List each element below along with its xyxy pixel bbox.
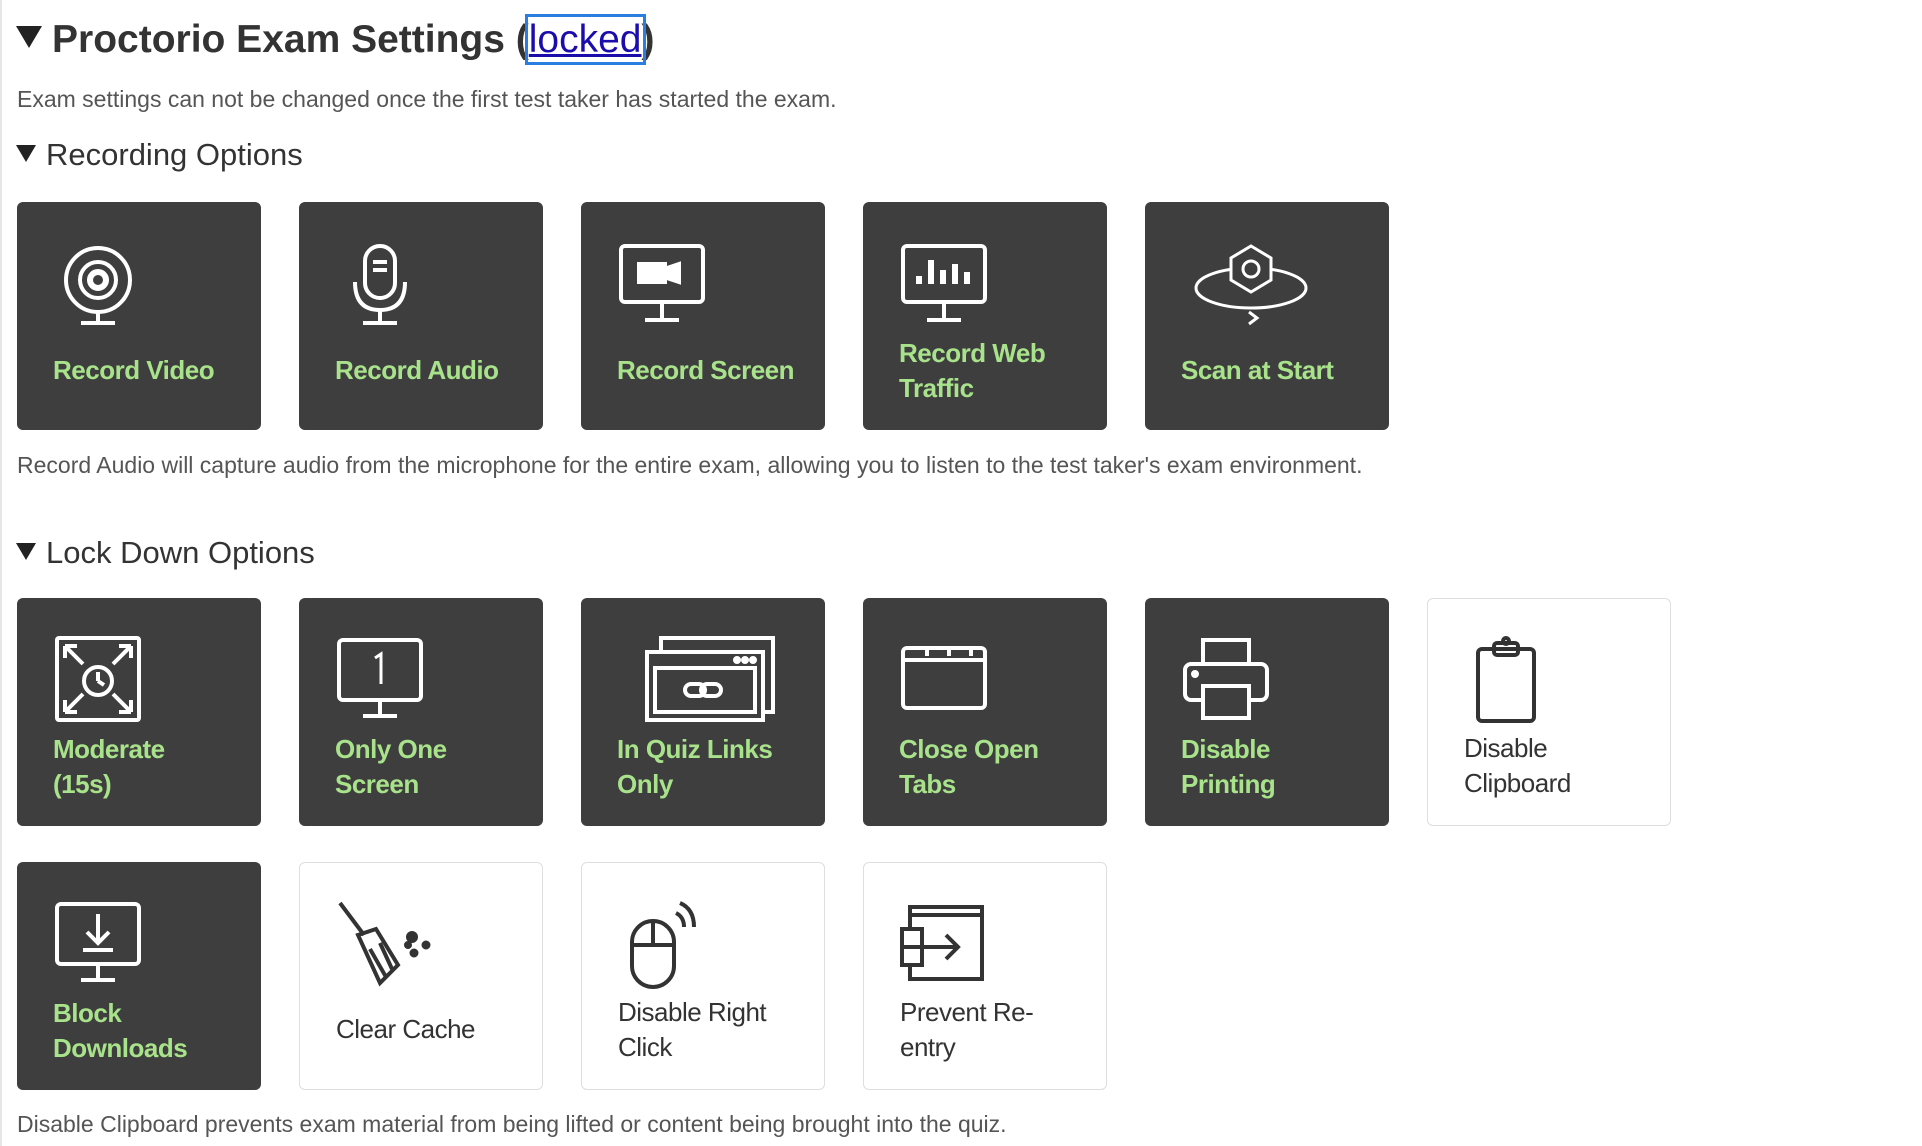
- lockdown-note: Disable Clipboard prevents exam material…: [17, 1111, 1007, 1137]
- tile-label: Close Open Tabs: [899, 734, 1039, 799]
- tile-label: Record Video: [53, 355, 215, 385]
- room-scan-icon: [1194, 244, 1308, 326]
- tile-label: Scan at Start: [1181, 355, 1334, 385]
- disable-printing-tile[interactable]: Disable Printing: [1145, 598, 1389, 826]
- recording-options-heading[interactable]: Recording Options: [16, 137, 303, 173]
- page-title: Proctorio Exam Settings (: [52, 18, 529, 61]
- only-one-screen-tile[interactable]: Only One Screen: [299, 598, 543, 826]
- lock-down-options-heading[interactable]: Lock Down Options: [16, 535, 315, 571]
- tile-label: Disable Clipboard: [1464, 733, 1571, 798]
- moderate-15s-tile[interactable]: Moderate (15s): [17, 598, 261, 826]
- record-screen-tile[interactable]: Record Screen: [581, 202, 825, 430]
- clear-cache-tile[interactable]: Clear Cache: [299, 862, 543, 1090]
- web-traffic-icon: [901, 244, 987, 322]
- fullscreen-timer-icon: [55, 636, 141, 722]
- disable-right-click-tile[interactable]: Disable Right Click: [581, 862, 825, 1090]
- disable-clipboard-tile[interactable]: Disable Clipboard: [1427, 598, 1671, 826]
- in-quiz-links-only-tile[interactable]: In Quiz Links Only: [581, 598, 825, 826]
- screen-record-icon: [619, 244, 705, 322]
- collapse-triangle-icon[interactable]: [16, 26, 42, 48]
- download-icon: [55, 902, 141, 982]
- left-divider: [0, 0, 2, 1146]
- clipboard-icon: [1476, 636, 1536, 723]
- record-web-traffic-tile[interactable]: Record Web Traffic: [863, 202, 1107, 430]
- single-monitor-icon: [337, 638, 423, 718]
- mouse-right-click-icon: [630, 901, 696, 989]
- tile-label: Disable Right Click: [618, 997, 767, 1062]
- reentry-icon: [900, 905, 984, 981]
- record-audio-tile[interactable]: Record Audio: [299, 202, 543, 430]
- printer-icon: [1183, 638, 1269, 720]
- tabs-icon: [901, 646, 987, 710]
- tile-label: Clear Cache: [336, 1014, 476, 1044]
- scan-at-start-tile[interactable]: Scan at Start: [1145, 202, 1389, 430]
- tile-label: Moderate (15s): [53, 734, 165, 799]
- prevent-reentry-tile[interactable]: Prevent Re-entry: [863, 862, 1107, 1090]
- tile-label: Prevent Re-entry: [900, 997, 1034, 1062]
- tile-label: Record Web Traffic: [899, 338, 1046, 403]
- collapse-triangle-icon[interactable]: [16, 145, 36, 162]
- tile-label: In Quiz Links Only: [617, 734, 773, 799]
- tile-label: Block Downloads: [53, 998, 188, 1063]
- exam-settings-page: Proctorio Exam Settings (locked) Exam se…: [0, 0, 1922, 1146]
- block-downloads-tile[interactable]: Block Downloads: [17, 862, 261, 1090]
- record-video-tile[interactable]: Record Video: [17, 202, 261, 430]
- broom-icon: [338, 901, 431, 987]
- microphone-icon: [353, 244, 407, 325]
- close-open-tabs-tile[interactable]: Close Open Tabs: [863, 598, 1107, 826]
- page-title-suffix: ): [641, 18, 655, 61]
- collapse-triangle-icon[interactable]: [16, 543, 36, 560]
- settings-description: Exam settings can not be changed once th…: [17, 86, 837, 112]
- link-window-icon: [645, 636, 775, 722]
- tile-label: Record Audio: [335, 355, 499, 385]
- recording-note: Record Audio will capture audio from the…: [17, 452, 1363, 478]
- webcam-icon: [64, 246, 132, 325]
- settings-header[interactable]: Proctorio Exam Settings (locked): [16, 14, 655, 65]
- tile-label: Disable Printing: [1181, 734, 1276, 799]
- tile-label: Record Screen: [617, 355, 795, 385]
- tile-label: Only One Screen: [335, 734, 447, 799]
- locked-link[interactable]: locked: [524, 14, 646, 65]
